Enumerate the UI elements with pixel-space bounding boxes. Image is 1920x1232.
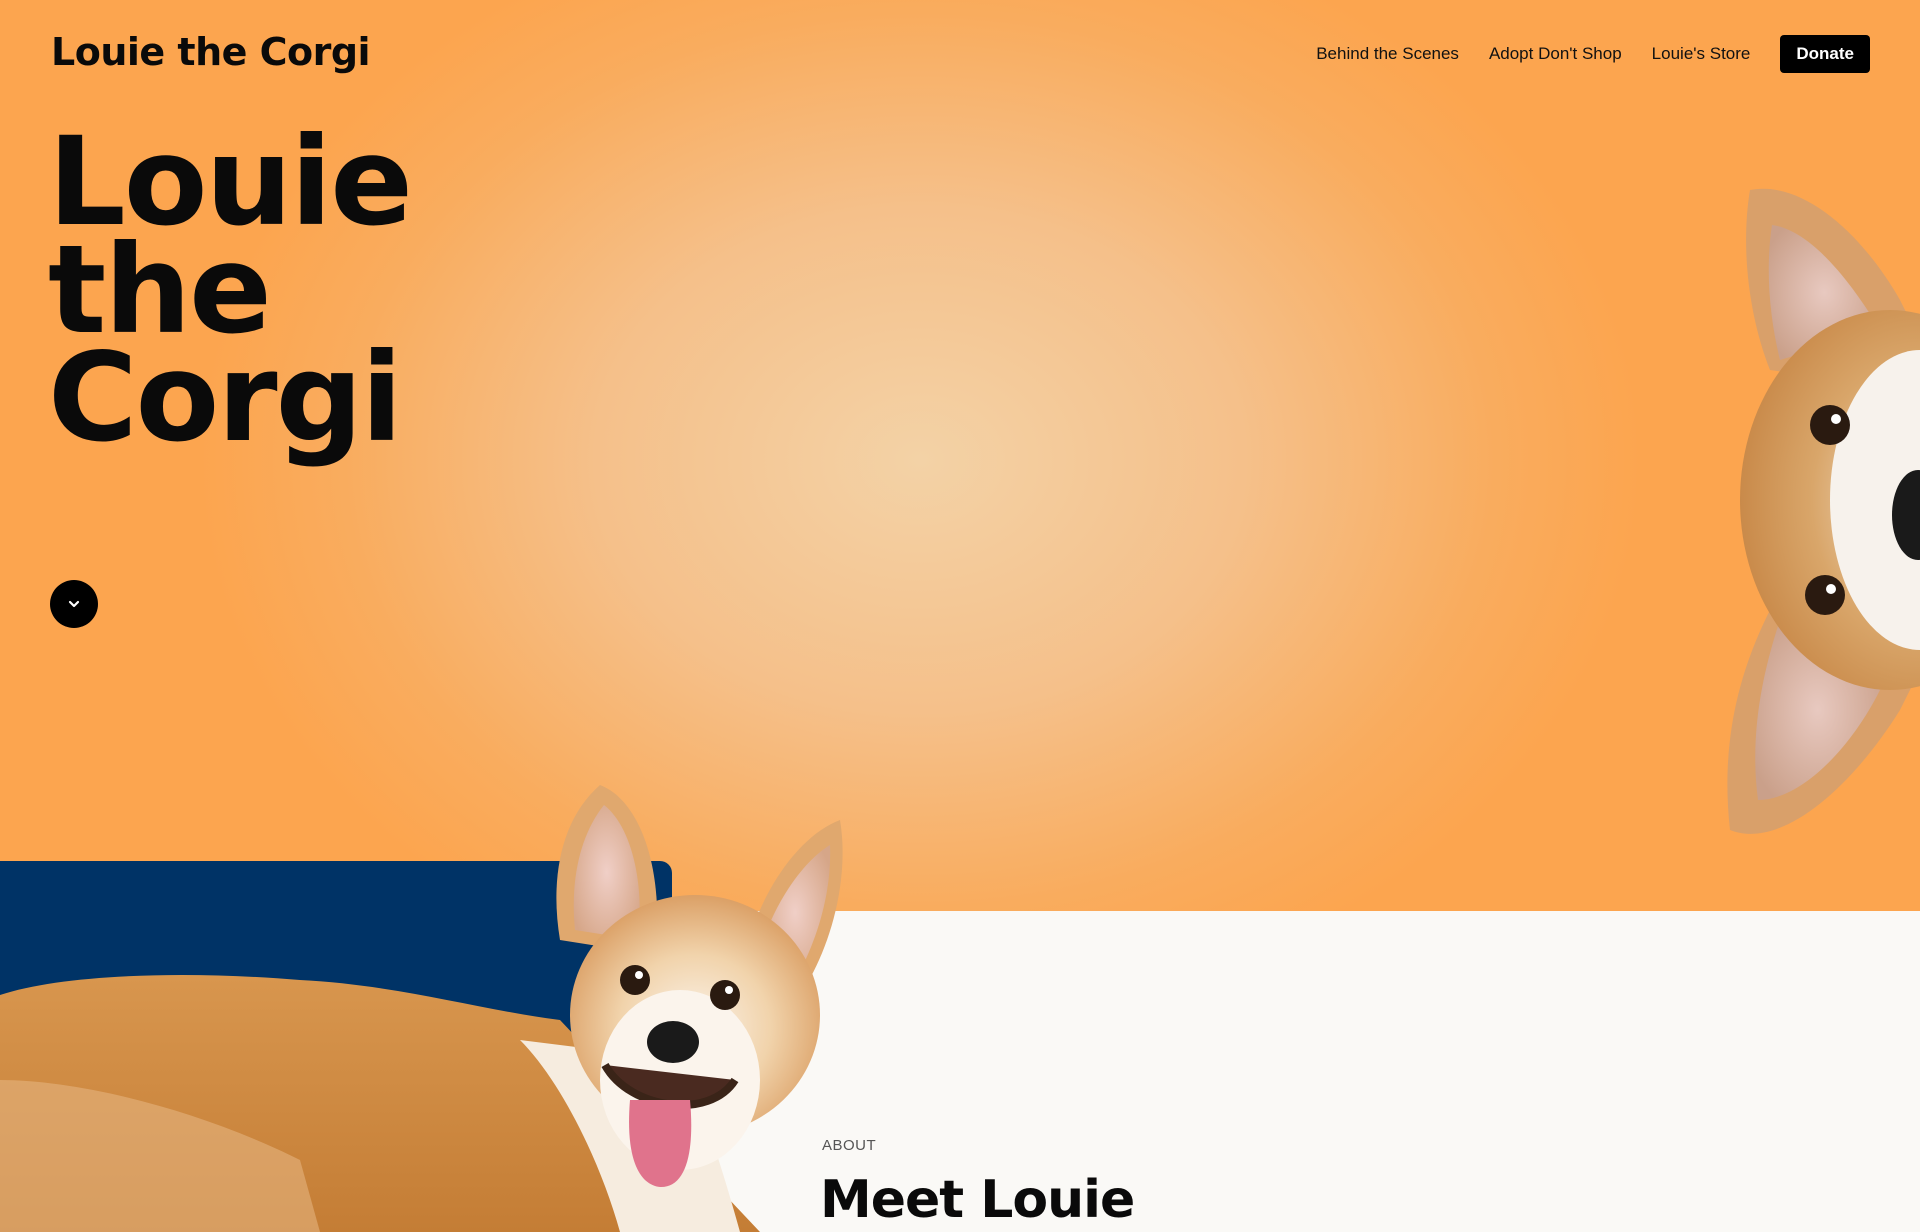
about-section-label: ABOUT xyxy=(822,1137,877,1154)
nav-link-store[interactable]: Louie's Store xyxy=(1652,44,1751,64)
hero-section: Louie the Corgi Behind the Scenes Adopt … xyxy=(0,0,1920,911)
scroll-down-button[interactable] xyxy=(50,580,98,628)
main-nav: Behind the Scenes Adopt Don't Shop Louie… xyxy=(1316,35,1870,73)
chevron-down-icon xyxy=(68,600,80,608)
hero-title: Louie the Corgi xyxy=(48,121,548,469)
hero-title-line: Corgi xyxy=(48,327,403,469)
standing-corgi-image xyxy=(0,785,843,1232)
nav-link-adopt[interactable]: Adopt Don't Shop xyxy=(1489,44,1622,64)
nav-link-behind-the-scenes[interactable]: Behind the Scenes xyxy=(1316,44,1459,64)
donate-button[interactable]: Donate xyxy=(1780,35,1870,73)
about-title: Meet Louie xyxy=(820,1170,1135,1230)
site-logo[interactable]: Louie the Corgi xyxy=(51,30,371,74)
peeking-corgi-image xyxy=(1727,188,1920,834)
